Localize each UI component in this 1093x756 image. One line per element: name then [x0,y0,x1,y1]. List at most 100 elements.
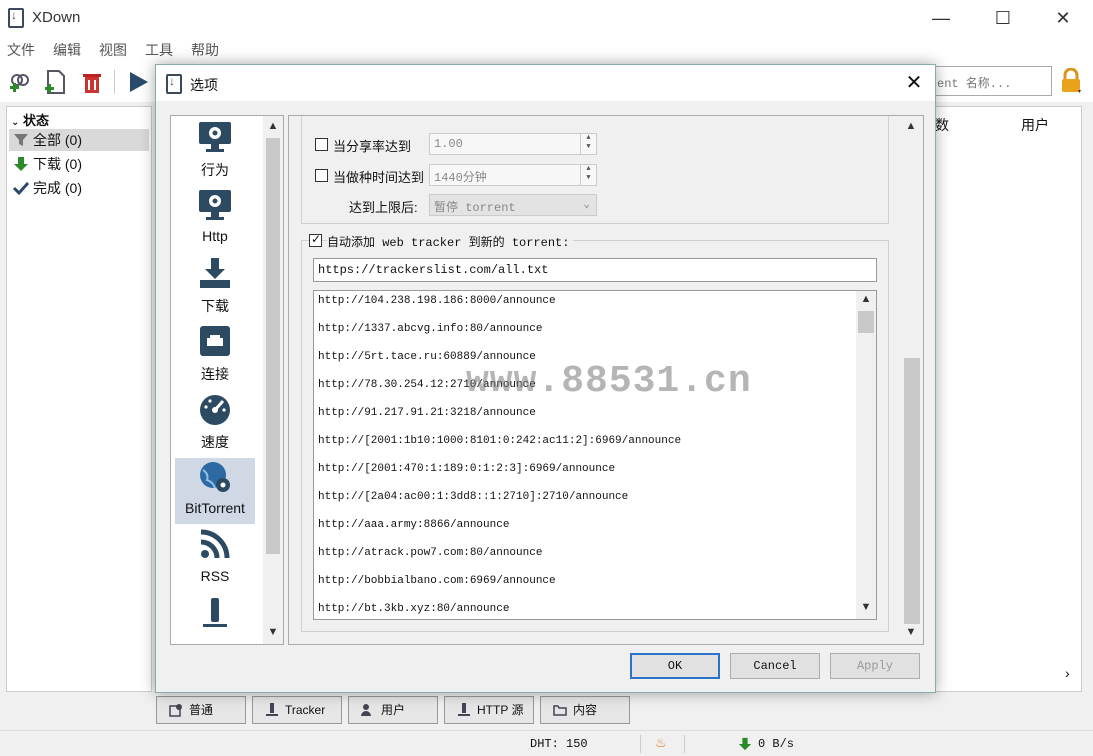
auto-tracker-checkbox[interactable] [309,232,322,247]
scroll-down-arrow[interactable]: ▼ [265,626,281,638]
tracker-line: http://91.217.91.21:3218/announce [318,407,536,419]
menu-file[interactable]: 文件 [7,40,35,60]
category-bittorrent[interactable]: BitTorrent [175,458,255,524]
tab-http-sources[interactable]: HTTP 源 [444,696,534,724]
add-file-icon[interactable] [42,68,70,96]
tracker-icon [266,703,278,716]
menu-view[interactable]: 视图 [99,40,127,60]
download-tray-icon [200,258,230,288]
general-icon [169,704,182,717]
tree-item-label: 完成 (0) [33,180,82,196]
status-divider [640,735,641,753]
tree-item-all[interactable]: 全部 (0) [9,129,149,151]
limit-action-value: 暂停 torrent [434,201,516,215]
search-input[interactable]: ent 名称... [930,66,1052,96]
apply-button[interactable]: Apply [830,653,920,679]
scroll-down-arrow[interactable]: ▼ [858,601,874,613]
http-source-icon [458,703,470,716]
scroll-up-arrow[interactable]: ▲ [903,120,919,132]
close-window-button[interactable]: ✕ [1040,4,1086,32]
ethernet-icon [200,326,230,356]
category-scrollbar[interactable]: ▲ ▼ [263,116,283,644]
tree-item-downloading[interactable]: 下载 (0) [9,153,149,175]
scroll-up-arrow[interactable]: ▲ [858,293,874,305]
main-titlebar: XDown — ☐ ✕ [0,0,1093,36]
dialog-title: 选项 [190,77,218,93]
tab-peers[interactable]: 用户 [348,696,438,724]
category-label: 速度 [201,434,229,450]
seed-time-checkbox[interactable] [315,169,328,182]
scroll-down-arrow[interactable]: ▼ [903,626,919,638]
tab-label: HTTP 源 [477,703,524,717]
ok-button[interactable]: OK [630,653,720,679]
spin-arrows-icon[interactable]: ▲ ▼ [580,165,596,185]
share-ratio-label: 当分享率达到 [333,139,412,154]
settings-scrollbar[interactable]: ▲ ▼ [901,116,921,644]
share-ratio-checkbox[interactable] [315,138,328,151]
tree-item-label: 下载 (0) [33,156,82,172]
app-title: XDown [32,9,81,26]
dialog-app-icon [166,74,182,94]
delete-icon[interactable] [78,68,106,96]
column-header[interactable]: 数 [935,115,949,135]
cancel-button[interactable]: Cancel [730,653,820,679]
folder-icon [553,705,567,716]
share-ratio-spinbox[interactable]: 1.00 ▲ ▼ [429,133,597,155]
menubar: 文件 编辑 视图 工具 帮助 [0,36,1093,62]
search-placeholder: ent 名称... [937,77,1012,91]
toolbar-divider [114,70,115,94]
tab-label: 内容 [573,703,598,717]
tree-header-label: 状态 [23,113,50,128]
tab-content[interactable]: 内容 [540,696,630,724]
category-label: BitTorrent [185,500,245,516]
category-speed[interactable]: 速度 [175,390,255,456]
play-icon[interactable] [124,68,152,96]
lock-icon[interactable] [1060,68,1082,94]
share-ratio-value: 1.00 [434,137,463,151]
menu-help[interactable]: 帮助 [191,40,219,60]
status-divider [684,735,685,753]
monitor-gear-icon [199,122,231,152]
seed-time-spinbox[interactable]: 1440分钟 ▲ ▼ [429,164,597,186]
tree-item-completed[interactable]: 完成 (0) [9,177,149,199]
checkmark-icon [13,181,29,196]
tracker-list-textarea[interactable]: http://104.238.198.186:8000/announce htt… [313,290,877,620]
tracker-line: http://bt.3kb.xyz:80/announce [318,603,510,615]
scroll-up-arrow[interactable]: ▲ [265,120,281,132]
category-download[interactable]: 下载 [175,254,255,320]
scroll-right-arrow[interactable]: › [1065,665,1070,681]
scrollbar-thumb[interactable] [266,138,280,554]
rss-icon [200,529,230,559]
users-icon [361,704,371,716]
category-connection[interactable]: 连接 [175,322,255,388]
minimize-button[interactable]: — [918,4,964,32]
chevron-down-icon: ⌄ [11,117,20,128]
tracker-list-scrollbar[interactable]: ▲ ▼ [856,291,876,619]
tab-general[interactable]: 普通 [156,696,246,724]
add-link-icon[interactable] [6,68,34,96]
limit-action-select[interactable]: 暂停 torrent ⌄ [429,194,597,216]
tab-label: Tracker [285,703,326,717]
maximize-button[interactable]: ☐ [980,4,1026,32]
menu-edit[interactable]: 编辑 [53,40,81,60]
dht-status: DHT: 150 [530,737,588,751]
category-label: 行为 [201,162,229,178]
menu-tools[interactable]: 工具 [145,40,173,60]
spin-arrows-icon[interactable]: ▲ ▼ [580,134,596,154]
dialog-close-button[interactable]: ✕ [896,69,932,97]
category-http[interactable]: Http [175,186,255,252]
scrollbar-thumb[interactable] [904,358,920,624]
tracker-url-input[interactable]: https://trackerslist.com/all.txt [313,258,877,282]
scrollbar-thumb[interactable] [858,311,874,333]
category-rss[interactable]: RSS [175,526,255,592]
status-bar: DHT: 150 ♨ 0 B/s [0,730,1093,756]
status-tree: ⌄ 状态 全部 (0) 下载 (0) 完成 (0) [6,106,152,692]
tab-tracker[interactable]: Tracker [252,696,342,724]
chevron-down-icon: ⌄ [583,199,590,211]
limit-action-label: 达到上限后: [349,200,418,215]
column-header-users[interactable]: 用户 [1021,115,1049,135]
category-advanced[interactable] [175,594,255,644]
category-behavior[interactable]: 行为 [175,118,255,184]
tree-header[interactable]: ⌄ 状态 [11,110,49,129]
tracker-line: http://bobbialbano.com:6969/announce [318,575,556,587]
